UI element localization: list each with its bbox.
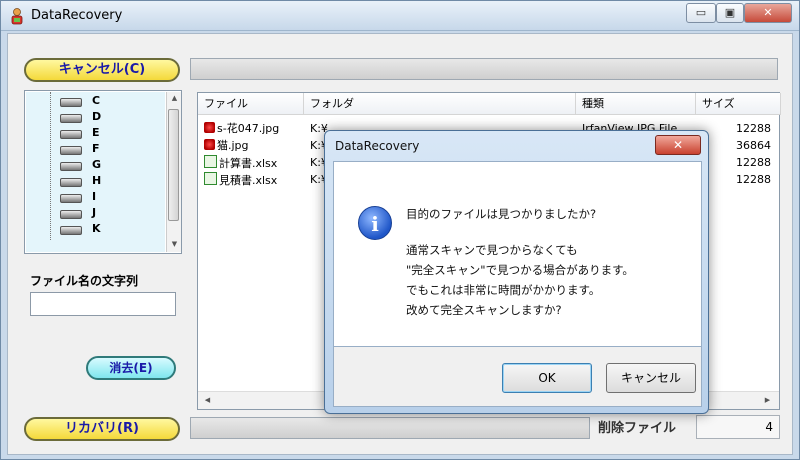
tree-item-drive[interactable]: G xyxy=(60,158,160,173)
filename-filter-label: ファイル名の文字列 xyxy=(30,274,139,288)
drive-icon xyxy=(60,114,82,123)
dialog-message-line: "完全スキャン"で見つかる場合があります。 xyxy=(406,263,634,277)
window-title: DataRecovery xyxy=(31,8,123,23)
drive-tree[interactable]: CDEFGHIJK ▲ ▼ xyxy=(24,90,182,254)
dialog-footer: OK キャンセル xyxy=(333,347,702,407)
drive-label: G xyxy=(92,158,102,171)
column-header-type[interactable]: 種類 xyxy=(576,93,696,115)
drive-icon xyxy=(60,146,82,155)
clear-button[interactable]: 消去(E) xyxy=(86,356,176,380)
column-header-folder[interactable]: フォルダ xyxy=(304,93,576,115)
drive-icon xyxy=(60,162,82,171)
column-header-size[interactable]: サイズ xyxy=(696,93,781,115)
file-cell-text: s-花047.jpg xyxy=(217,122,280,135)
close-button[interactable]: ✕ xyxy=(744,3,792,23)
minimize-button[interactable]: ▭ xyxy=(686,3,716,23)
drive-label: K xyxy=(92,222,101,235)
tree-item-drive[interactable]: J xyxy=(60,206,160,221)
scroll-down-icon[interactable]: ▼ xyxy=(167,240,182,248)
drive-label: F xyxy=(92,142,100,155)
confirm-dialog: DataRecovery ✕ i 目的のファイルは見つかりましたか? 通常スキャ… xyxy=(324,130,709,414)
file-cell-text: 12288 xyxy=(736,122,771,135)
file-cell-text: 猫.jpg xyxy=(217,139,249,152)
drive-label: H xyxy=(92,174,102,187)
file-cell-text: 36864 xyxy=(736,139,771,152)
tree-item-drive[interactable]: H xyxy=(60,174,160,189)
info-icon: i xyxy=(358,206,392,240)
file-cell-text: 12288 xyxy=(736,156,771,169)
file-cell-size: 12288 xyxy=(736,172,780,188)
tree-line xyxy=(50,92,51,240)
tree-item-drive[interactable]: C xyxy=(60,94,160,109)
dialog-title: DataRecovery xyxy=(335,139,420,153)
column-header-file[interactable]: ファイル xyxy=(198,93,304,115)
dialog-cancel-button[interactable]: キャンセル xyxy=(606,363,696,393)
tree-scroll-thumb[interactable] xyxy=(168,109,179,221)
dialog-message-line: 改めて完全スキャンしますか? xyxy=(406,303,562,317)
recover-button[interactable]: リカバリ(R) xyxy=(24,417,180,441)
file-cell-text: 計算書.xlsx xyxy=(219,157,278,170)
scroll-up-icon[interactable]: ▲ xyxy=(167,94,182,102)
drive-label: I xyxy=(92,190,97,203)
recover-progress-bar xyxy=(190,417,590,439)
scroll-right-icon[interactable]: ▶ xyxy=(760,396,775,404)
excel-file-icon xyxy=(204,172,217,185)
maximize-button[interactable]: ▣ xyxy=(716,3,744,23)
file-cell-name[interactable]: 計算書.xlsx xyxy=(204,155,304,171)
drive-icon xyxy=(60,130,82,139)
drive-icon xyxy=(60,98,82,107)
file-cell-size: 12288 xyxy=(736,121,780,137)
file-cell-name[interactable]: 見積書.xlsx xyxy=(204,172,304,188)
tree-item-drive[interactable]: E xyxy=(60,126,160,141)
drive-icon xyxy=(60,226,82,235)
drive-icon xyxy=(60,178,82,187)
tree-item-drive[interactable]: K xyxy=(60,222,160,237)
cancel-button[interactable]: キャンセル(C) xyxy=(24,58,180,82)
image-file-icon xyxy=(204,122,215,133)
dialog-message-line: でもこれは非常に時間がかかります。 xyxy=(406,283,601,297)
file-cell-size: 12288 xyxy=(736,155,780,171)
tree-item-drive[interactable]: F xyxy=(60,142,160,157)
file-cell-name[interactable]: s-花047.jpg xyxy=(204,121,304,137)
dialog-close-button[interactable]: ✕ xyxy=(655,135,701,155)
dialog-message-line: 通常スキャンで見つからなくても xyxy=(406,243,578,257)
deleted-files-label: 削除ファイル xyxy=(598,421,677,436)
drive-label: J xyxy=(92,206,97,219)
scan-progress-bar xyxy=(190,58,778,80)
drive-tree-list: CDEFGHIJK xyxy=(26,92,165,252)
ok-button[interactable]: OK xyxy=(502,363,592,393)
dialog-body: i 目的のファイルは見つかりましたか? 通常スキャンで見つからなくても "完全ス… xyxy=(333,161,702,347)
file-cell-size: 36864 xyxy=(736,138,780,154)
file-cell-name[interactable]: 猫.jpg xyxy=(204,138,304,154)
image-file-icon xyxy=(204,139,215,150)
dialog-message-line: 目的のファイルは見つかりましたか? xyxy=(406,207,597,221)
tree-item-drive[interactable]: I xyxy=(60,190,160,205)
scroll-left-icon[interactable]: ◀ xyxy=(200,396,215,404)
app-icon xyxy=(9,7,25,25)
drive-icon xyxy=(60,194,82,203)
title-bar[interactable]: DataRecovery ▭ ▣ ✕ xyxy=(1,1,799,31)
drive-label: E xyxy=(92,126,100,139)
file-cell-text: 見積書.xlsx xyxy=(219,174,278,187)
tree-item-drive[interactable]: D xyxy=(60,110,160,125)
excel-file-icon xyxy=(204,155,217,168)
filename-filter-input[interactable] xyxy=(30,292,176,316)
drive-label: D xyxy=(92,110,102,123)
deleted-files-count: 4 xyxy=(696,415,780,439)
drive-label: C xyxy=(92,94,101,107)
file-cell-text: 12288 xyxy=(736,173,771,186)
drive-icon xyxy=(60,210,82,219)
